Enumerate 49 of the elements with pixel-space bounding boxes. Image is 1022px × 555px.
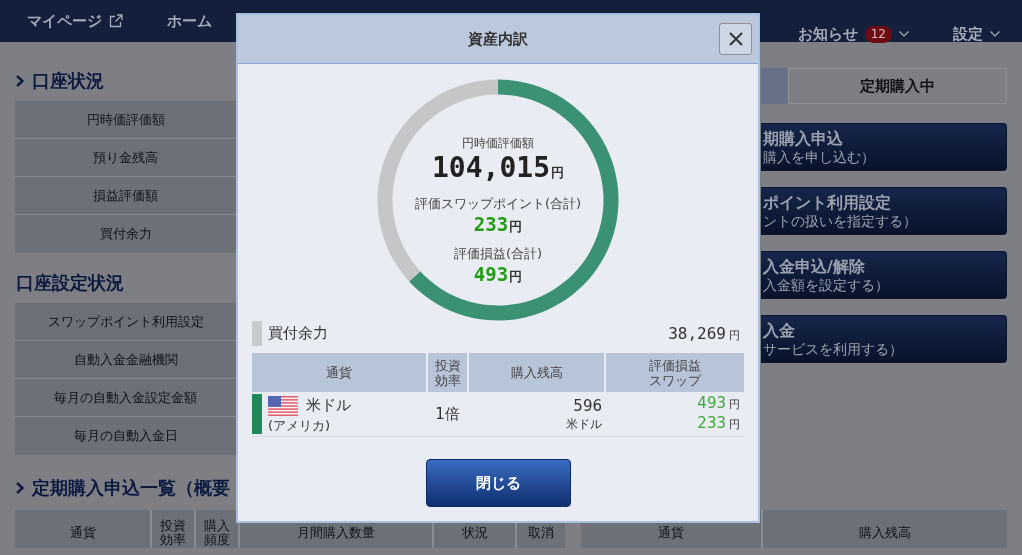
column-header: 購入頻度 [194,510,238,548]
column-header: 評価損益スワップ [606,353,744,392]
leverage-cell: 1倍 [435,404,460,424]
column-header: 通貨 [252,353,426,392]
row-label-cell: 買付余力 [15,215,236,253]
row-label-cell: 毎月の自動入金設定金額 [15,379,236,417]
currency-name: 米ドル [306,396,351,415]
row-label-cell: 損益評価額 [15,177,236,215]
country-name: (アメリカ) [268,416,332,434]
section-heading: 口座状況 [32,70,104,92]
action-button[interactable]: 入金申込/解除 入金額を設定する） [761,251,1007,299]
section-heading: 口座設定状況 [16,272,124,294]
row-label-cell: 預り金残高 [15,139,236,177]
action-button[interactable]: 入金 サービスを利用する） [761,315,1007,363]
swap-value: 233 円 [473,213,523,237]
column-header: 購入残高 [761,510,1007,548]
legend-value: 38,269 円 [668,324,740,343]
column-header: 投資効率 [150,510,194,548]
row-label-cell: スワップポイント利用設定 [15,303,236,341]
profit-label: 評価損益(合計) [453,245,543,263]
legend-label: 買付余力 [268,324,328,343]
close-button[interactable] [719,23,752,55]
row-label-cell: 自動入金金融機関 [15,341,236,379]
section-heading: 定期購入申込一覧（概要 [32,477,230,499]
close-dialog-button[interactable]: 閉じる [425,459,571,507]
close-icon [728,32,743,46]
column-header: 投資効率 [428,353,467,392]
row-label-cell: 円時価評価額 [15,101,236,139]
nav-link[interactable]: ホーム [167,11,212,31]
balance-unit: 米ドル [566,416,602,432]
notification-badge: 12 [864,25,892,43]
swap-label: 評価スワップポイント(合計) [414,195,582,213]
dialog-title: 資産内訳 [468,29,528,49]
total-label: 円時価評価額 [462,135,534,151]
profit-value: 493 円 [697,394,740,414]
nav-link[interactable]: お知らせ 12 [797,24,909,44]
nav-link[interactable]: 設定 [953,24,1000,44]
column-header: 購入残高 [469,353,604,392]
column-header: 通貨 [15,510,150,548]
flag-icon [268,395,298,416]
tab[interactable]: 定期購入中 [788,68,1007,104]
row-label-cell: 毎月の自動入金日 [15,417,236,455]
balance-value: 596 [573,396,602,415]
swap-value: 233 円 [697,414,740,434]
action-button[interactable]: ポイント利用設定 ントの扱いを指定する） [761,187,1007,235]
nav-link[interactable]: マイページ [27,11,123,31]
profit-value: 493 円 [473,263,523,287]
total-value: 104,015 円 [432,153,564,186]
action-button[interactable]: 期購入申込 購入を申し込む） [761,123,1007,171]
